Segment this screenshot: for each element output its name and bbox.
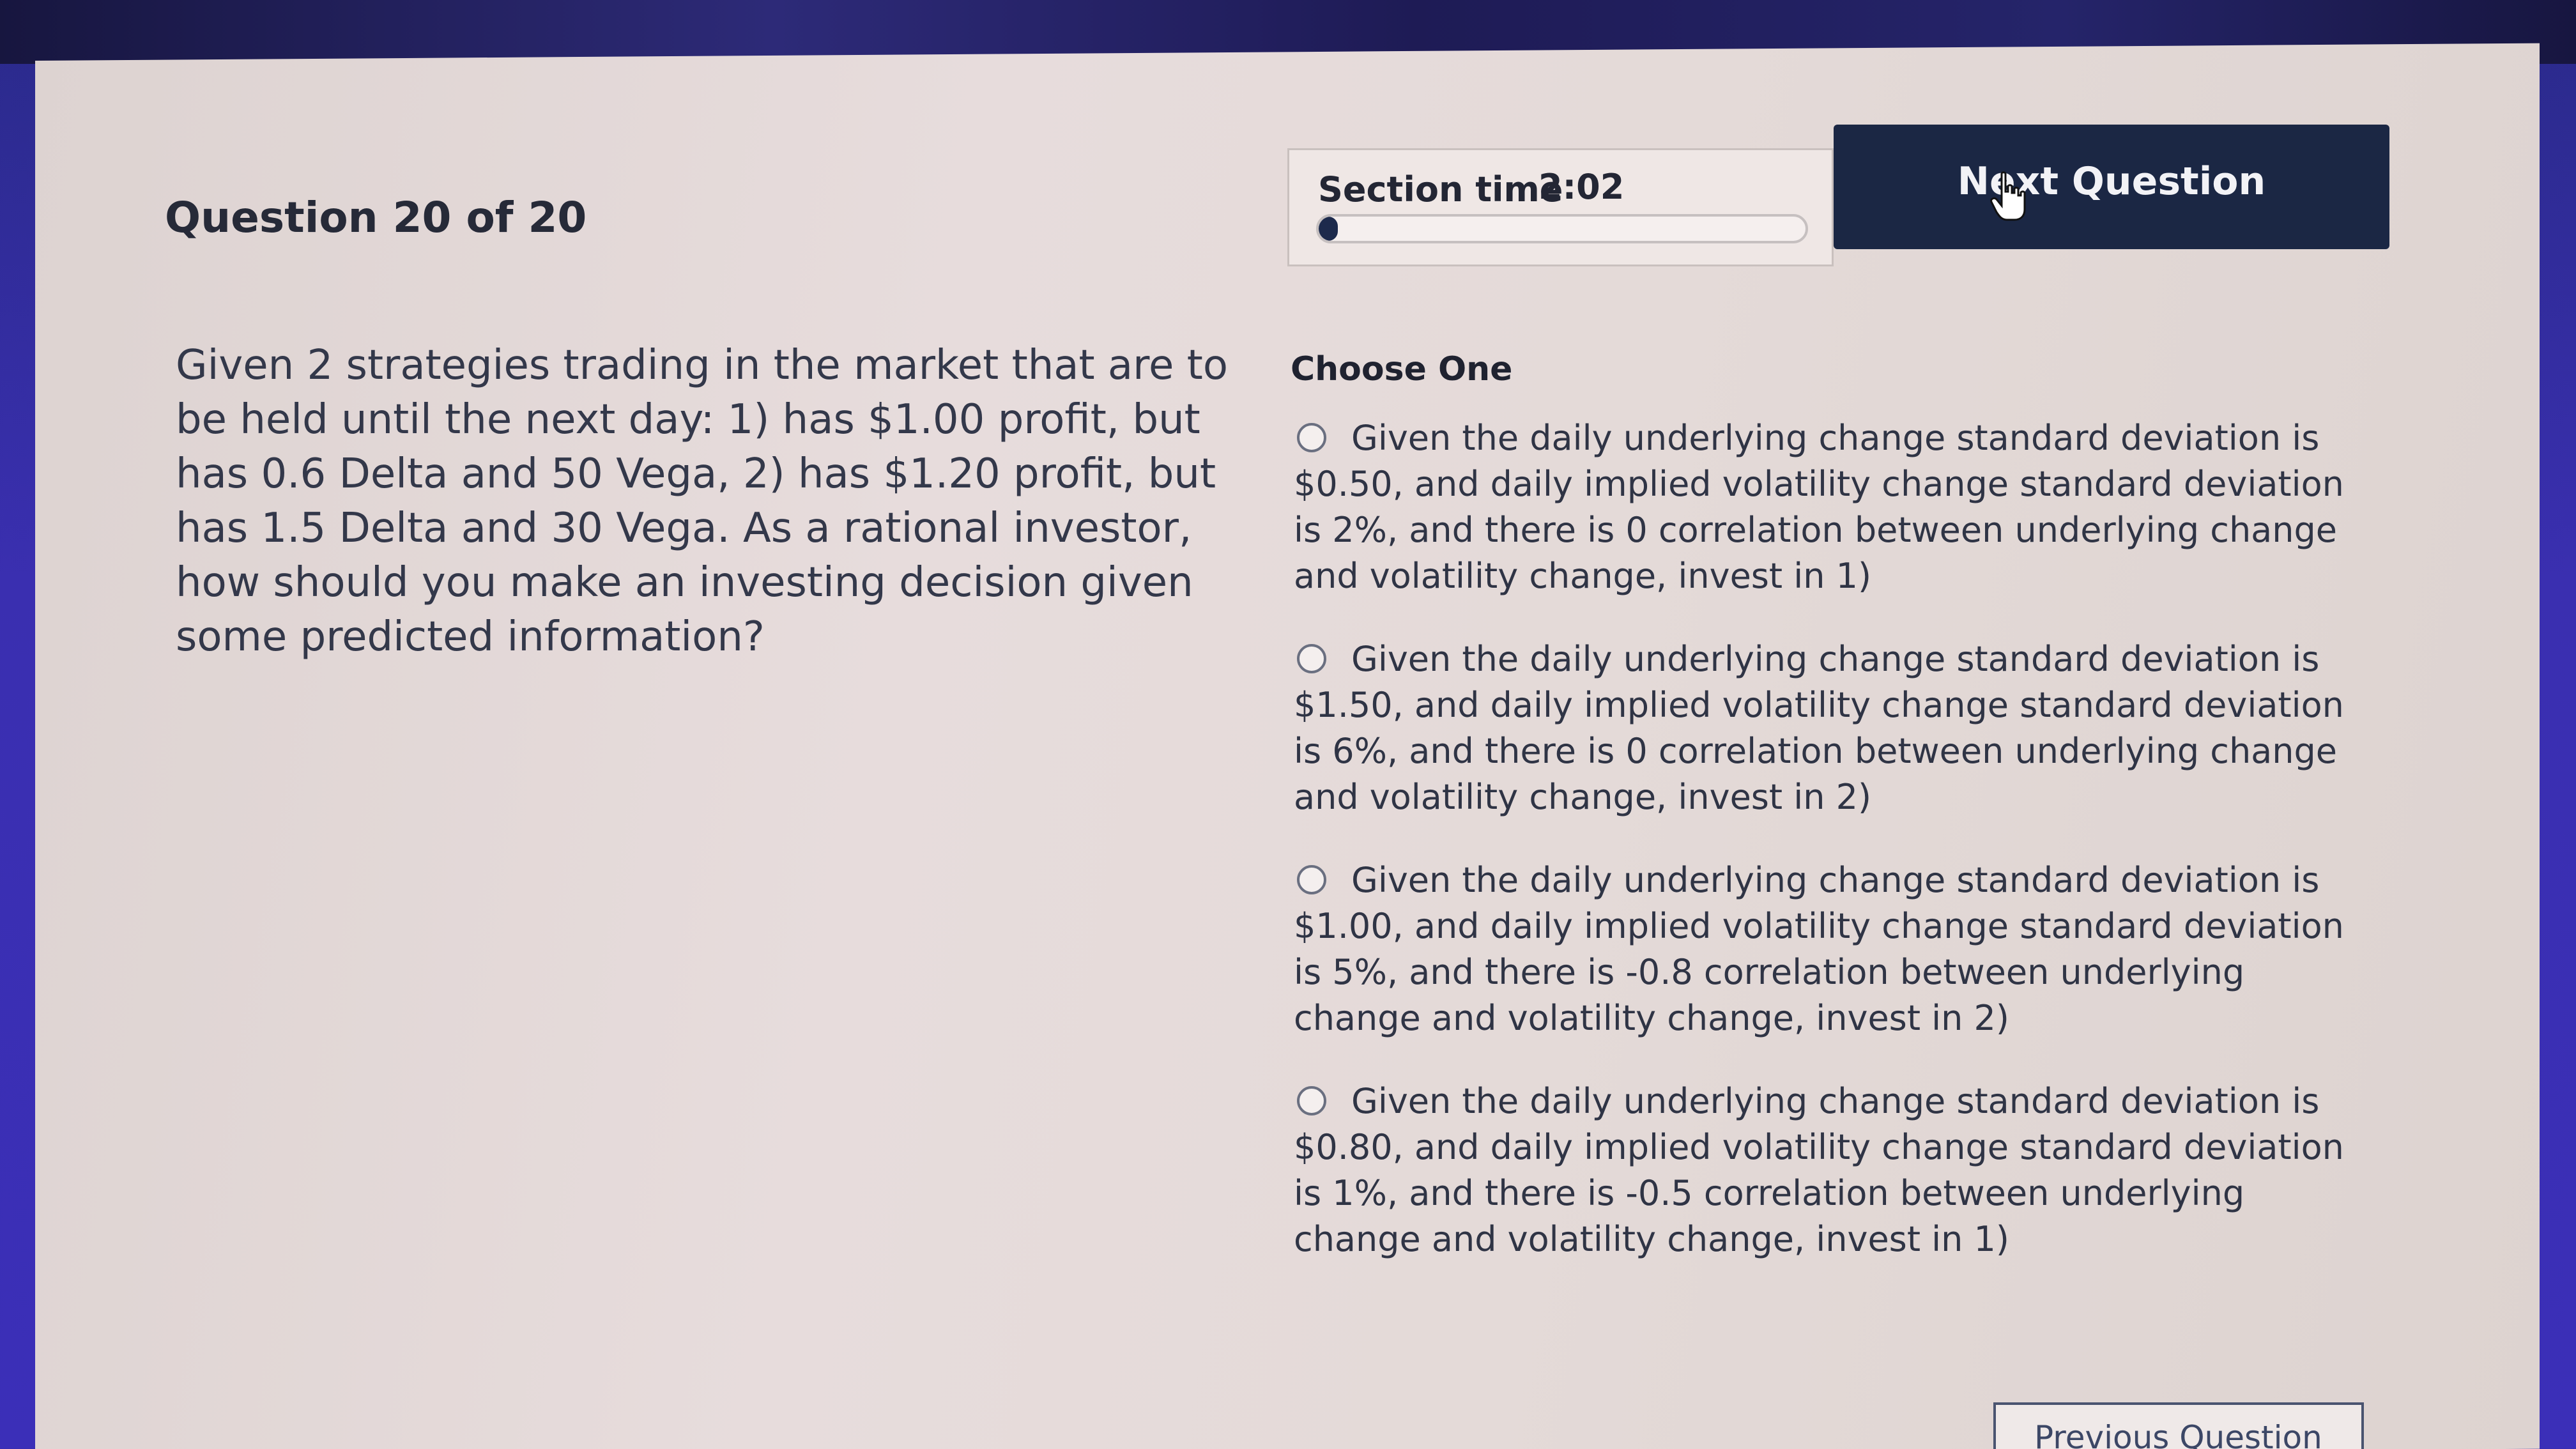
answer-option-label: Given the daily underlying change standa… [1294,1081,2344,1259]
answer-option-label: Given the daily underlying change standa… [1294,860,2344,1038]
timer-value: 2:02 [1538,167,1625,207]
radio-unchecked-icon[interactable] [1297,1086,1326,1116]
hand-pointer-icon [1990,171,2026,221]
choose-one-label: Choose One [1291,350,1513,388]
answer-option-label: Given the daily underlying change standa… [1294,639,2344,817]
answer-option-1[interactable]: Given the daily underlying change standa… [1294,415,2354,599]
answer-option-3[interactable]: Given the daily underlying change standa… [1294,857,2354,1041]
answer-option-label: Given the daily underlying change standa… [1294,418,2344,596]
section-timer: Section time 2:02 [1287,148,1834,266]
radio-unchecked-icon[interactable] [1297,865,1326,894]
next-question-button[interactable]: Next Question [1834,125,2389,249]
answer-options: Given the daily underlying change standa… [1294,415,2354,1300]
answer-option-2[interactable]: Given the daily underlying change standa… [1294,636,2354,820]
answer-option-4[interactable]: Given the daily underlying change standa… [1294,1078,2354,1262]
radio-unchecked-icon[interactable] [1297,423,1326,452]
question-text: Given 2 strategies trading in the market… [176,342,1228,661]
radio-unchecked-icon[interactable] [1297,644,1326,673]
question-counter: Question 20 of 20 [165,193,587,242]
previous-question-button[interactable]: Previous Question [1993,1402,2364,1449]
timer-progress-bar [1316,214,1808,243]
timer-progress-fill [1319,217,1338,241]
timer-label: Section time [1318,169,1563,210]
